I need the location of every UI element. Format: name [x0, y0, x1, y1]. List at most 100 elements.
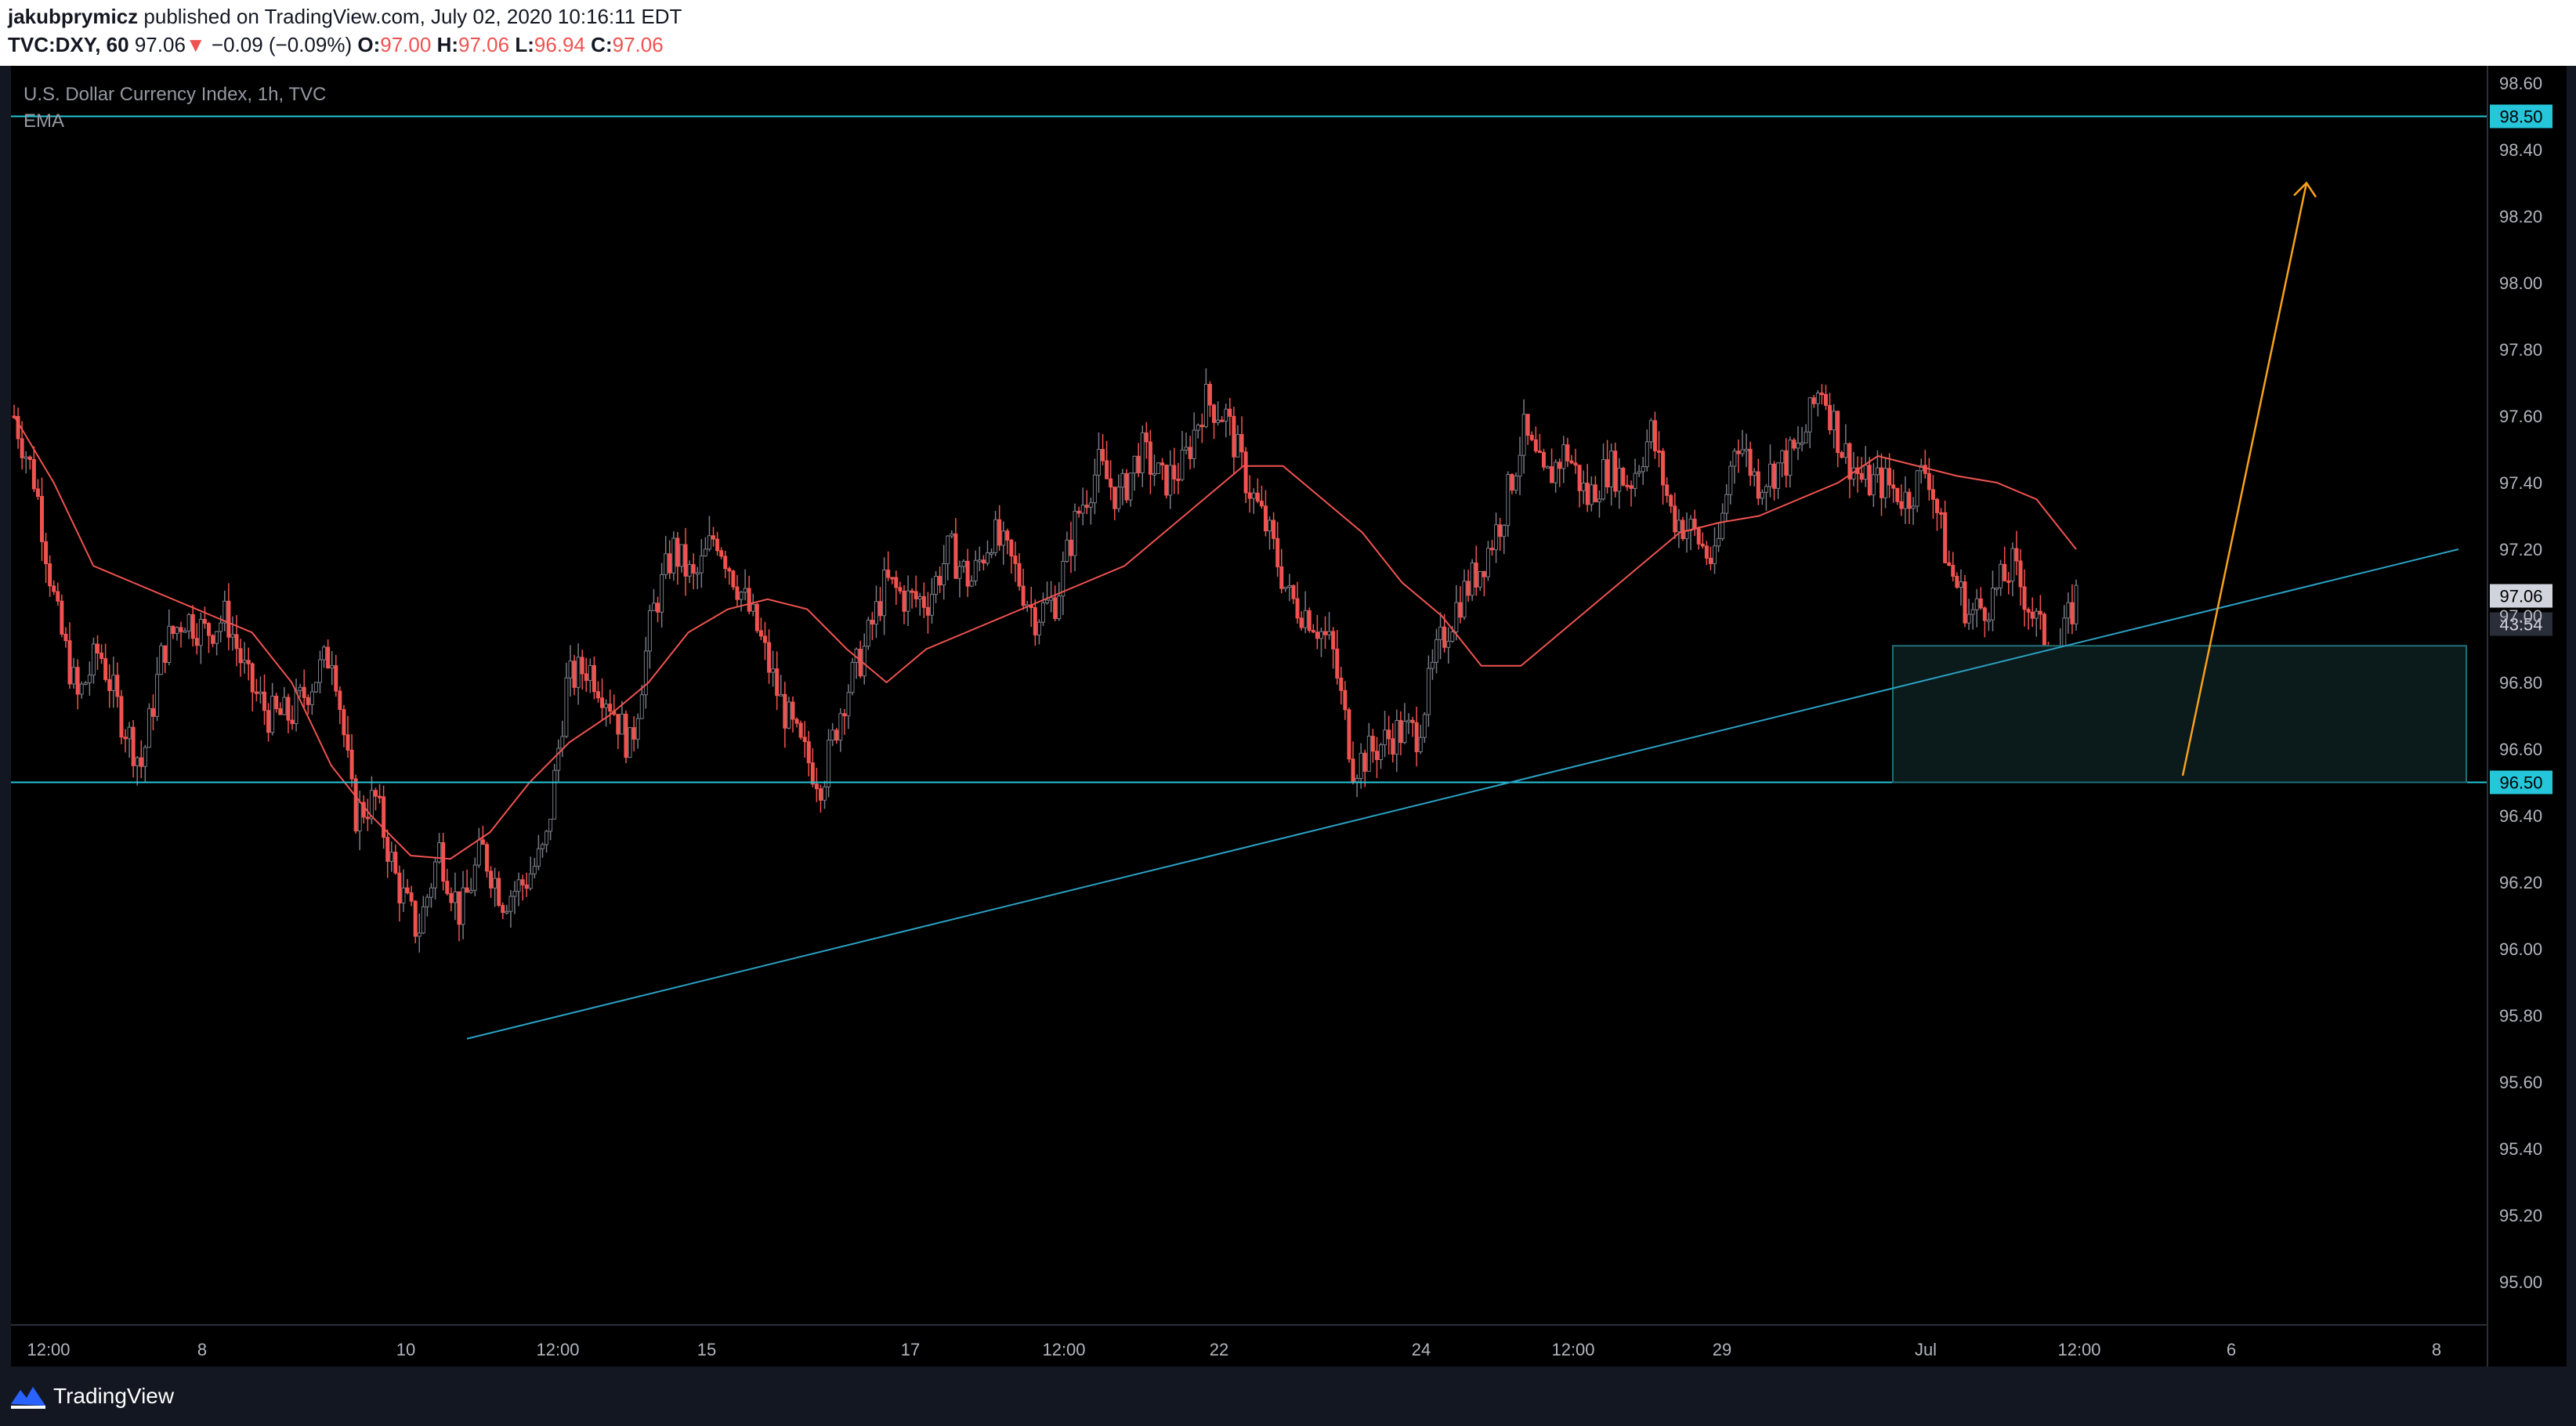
candle-body [1541, 451, 1546, 468]
candle-body [258, 691, 262, 694]
candle-body [1546, 466, 1550, 469]
candle-body [1565, 444, 1570, 461]
candle-body [1259, 501, 1264, 507]
candle-body [1243, 451, 1248, 494]
candle-body [1899, 501, 1904, 509]
candle-body [1319, 631, 1323, 639]
candle-body [1776, 462, 1781, 489]
candle-body [1593, 484, 1597, 503]
candle-body [1315, 632, 1319, 639]
candle-body [1748, 448, 1753, 476]
candle-body [1398, 719, 1403, 744]
candle-body [1665, 484, 1670, 496]
candle-body [934, 576, 939, 595]
candle-body [1811, 397, 1816, 404]
candle-body [552, 769, 557, 820]
candle-body [421, 906, 425, 934]
candle-body [806, 741, 811, 764]
candle-body [1589, 484, 1594, 505]
candle-body [767, 642, 772, 673]
candle-body [1105, 460, 1109, 480]
candle-body [409, 892, 414, 902]
candle-body [1140, 432, 1145, 473]
candle-body [1955, 576, 1959, 588]
candle-body [1005, 530, 1010, 541]
candle-body [1807, 397, 1812, 433]
candle-body [119, 696, 124, 738]
candle-body [1236, 433, 1240, 458]
candle-body [870, 619, 874, 625]
candle-body [186, 613, 191, 632]
candle-body [429, 887, 433, 898]
candle-body [1435, 639, 1439, 663]
candle-body [754, 603, 759, 632]
candle-body [1466, 581, 1471, 596]
candle-body [489, 870, 494, 889]
candle-body [1287, 585, 1292, 588]
candle-body [1824, 393, 1829, 406]
time-tick-label: 8 [197, 1340, 207, 1359]
candle-body [512, 891, 517, 897]
candle-body [1295, 598, 1300, 619]
candle-body [827, 740, 831, 787]
candle-body [1708, 557, 1713, 564]
candle-body [1430, 661, 1435, 669]
candle-body [890, 577, 895, 580]
candle-body [1915, 470, 1919, 507]
time-tick-label: 12:00 [1551, 1340, 1594, 1359]
candle-body [1228, 408, 1232, 417]
candle-body [91, 643, 96, 676]
candle-body [1605, 459, 1610, 487]
resistance-badge: 98.50 [2499, 107, 2542, 127]
candle-body [894, 577, 899, 588]
candle-body [675, 537, 680, 567]
candle-body [1152, 472, 1156, 476]
candle-body [493, 878, 497, 889]
candle-body [107, 679, 112, 691]
candle-body [147, 708, 151, 748]
candle-body [131, 726, 136, 766]
candle-body [635, 718, 640, 740]
candle-body [1478, 570, 1482, 588]
candle-body [548, 818, 553, 832]
candle-body [1796, 442, 1800, 449]
candle-body [397, 872, 402, 904]
candle-body [357, 802, 362, 832]
candle-body [1120, 472, 1125, 488]
chart-svg[interactable]: 98.5096.5097.0643:54 98.6098.4098.2098.0… [0, 0, 2576, 1366]
candle-body [1617, 468, 1622, 492]
price-tick-label: 96.00 [2499, 939, 2542, 959]
candle-body [687, 564, 692, 577]
candle-body [545, 831, 549, 845]
candle-body [834, 729, 839, 741]
candle-body [1076, 510, 1081, 514]
candle-body [1788, 440, 1793, 476]
candle-body [1001, 530, 1006, 546]
candle-body [139, 757, 143, 767]
candle-body [616, 714, 620, 735]
candle-body [226, 600, 231, 638]
candle-body [850, 661, 855, 693]
candle-body [802, 737, 807, 743]
candle-body [445, 881, 450, 894]
candle-body [560, 736, 565, 749]
candle-body [762, 635, 767, 643]
price-tick-label: 97.20 [2499, 540, 2542, 559]
candle-body [1581, 483, 1586, 491]
candle-body [1366, 736, 1371, 772]
tradingview-brand[interactable]: TradingView [53, 1384, 174, 1409]
candle-body [775, 668, 780, 697]
candle-body [2062, 617, 2067, 648]
candle-body [1347, 709, 1351, 760]
candle-body [63, 633, 68, 642]
candle-body [1172, 465, 1177, 480]
support-badge: 96.50 [2499, 773, 2542, 793]
candle-body [313, 682, 318, 693]
candle-body [1510, 474, 1514, 491]
candle-body [628, 727, 632, 758]
candle-body [274, 695, 279, 709]
candle-body [1383, 729, 1387, 746]
candle-body [647, 610, 652, 652]
candle-body [2026, 609, 2031, 613]
candle-body [1113, 487, 1117, 509]
